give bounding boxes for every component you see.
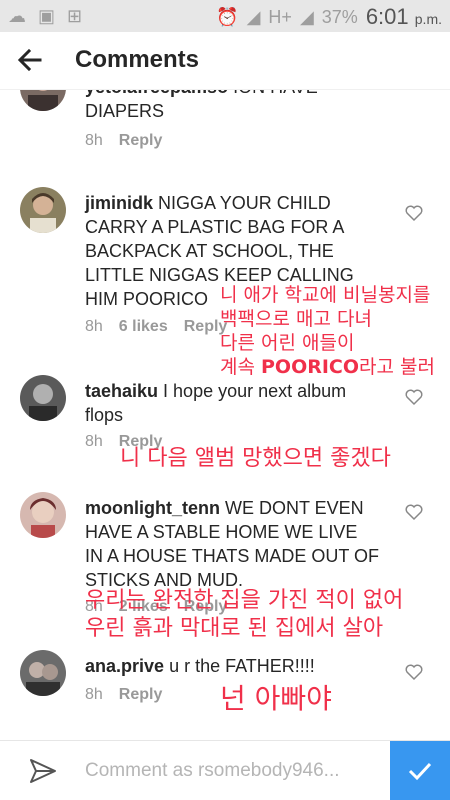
heart-icon[interactable] bbox=[404, 502, 424, 522]
avatar[interactable] bbox=[20, 375, 66, 421]
comment-meta: 8h 6 likes Reply bbox=[85, 318, 227, 336]
signal-icon: ◢ bbox=[246, 7, 261, 27]
comment-username[interactable]: jiminidk bbox=[85, 193, 153, 213]
comment-time: 8h bbox=[85, 318, 103, 335]
translation-annotation: 넌 아빠야 bbox=[220, 682, 332, 715]
download-icon: ⊞ bbox=[67, 6, 83, 26]
avatar[interactable] bbox=[20, 650, 66, 696]
cloud-icon: ☁ bbox=[8, 6, 26, 26]
avatar[interactable] bbox=[20, 492, 66, 538]
direct-message-icon[interactable] bbox=[28, 756, 58, 786]
status-bar: ☁ ▣ ⊞ ⏰ ◢ H+ ◢ 37% 6:01 p.m. bbox=[0, 0, 450, 32]
signal-bars-icon: ◢ bbox=[299, 7, 314, 27]
comment-composer bbox=[0, 740, 450, 800]
reply-button[interactable]: Reply bbox=[119, 686, 163, 704]
comment-text: yetolafreepamso ION HAVE DIAPERS bbox=[85, 90, 380, 123]
comment-text: ana.prive u r the FATHER!!!! bbox=[85, 656, 315, 676]
comment-username[interactable]: yetolafreepamso bbox=[85, 90, 228, 97]
reply-button[interactable]: Reply bbox=[119, 132, 163, 150]
comment-text: taehaiku I hope your next album flops bbox=[85, 381, 347, 425]
comments-list[interactable]: yetolafreepamso ION HAVE DIAPERS 8h Repl… bbox=[0, 90, 450, 740]
avatar[interactable] bbox=[20, 90, 66, 111]
comment-text: moonlight_tenn WE DONT EVEN HAVE A STABL… bbox=[85, 498, 380, 590]
back-button[interactable] bbox=[14, 44, 46, 76]
comment-username[interactable]: taehaiku bbox=[85, 381, 158, 401]
comment-username[interactable]: ana.prive bbox=[85, 656, 164, 676]
translation-annotation: 니 다음 앨범 망했으면 좋겠다 bbox=[120, 446, 391, 471]
clock: 6:01 p.m. bbox=[365, 4, 442, 29]
app-header: Comments bbox=[0, 32, 450, 90]
comment-input[interactable] bbox=[85, 755, 375, 787]
comment-item: yetolafreepamso ION HAVE DIAPERS 8h Repl… bbox=[0, 90, 450, 160]
avatar[interactable] bbox=[20, 187, 66, 233]
comment-time: 8h bbox=[85, 686, 103, 703]
likes-count[interactable]: 6 likes bbox=[119, 318, 168, 336]
comment-meta: 8h Reply bbox=[85, 686, 162, 704]
translation-annotation: 우리는 완전한 집을 가진 적이 없어 우린 흙과 막대로 된 집에서 살아 bbox=[85, 588, 404, 641]
alarm-icon: ⏰ bbox=[216, 7, 239, 27]
heart-icon[interactable] bbox=[404, 387, 424, 407]
post-comment-button[interactable] bbox=[390, 741, 450, 800]
comment-username[interactable]: moonlight_tenn bbox=[85, 498, 220, 518]
comment-meta: 8h Reply bbox=[85, 132, 162, 150]
battery-level: 37% bbox=[321, 6, 358, 27]
image-icon: ▣ bbox=[38, 6, 56, 26]
comment-time: 8h bbox=[85, 433, 103, 450]
page-title: Comments bbox=[75, 46, 200, 73]
arrow-left-icon bbox=[17, 48, 42, 72]
translation-annotation: 니 애가 학교에 비닐봉지를 백팩으로 매고 다녀 다른 어린 애들이 계속 P… bbox=[220, 284, 435, 378]
checkmark-icon bbox=[408, 762, 432, 781]
heart-icon[interactable] bbox=[404, 203, 424, 223]
comment-time: 8h bbox=[85, 132, 103, 149]
heart-icon[interactable] bbox=[404, 662, 424, 682]
network-type: H+ bbox=[268, 7, 292, 27]
